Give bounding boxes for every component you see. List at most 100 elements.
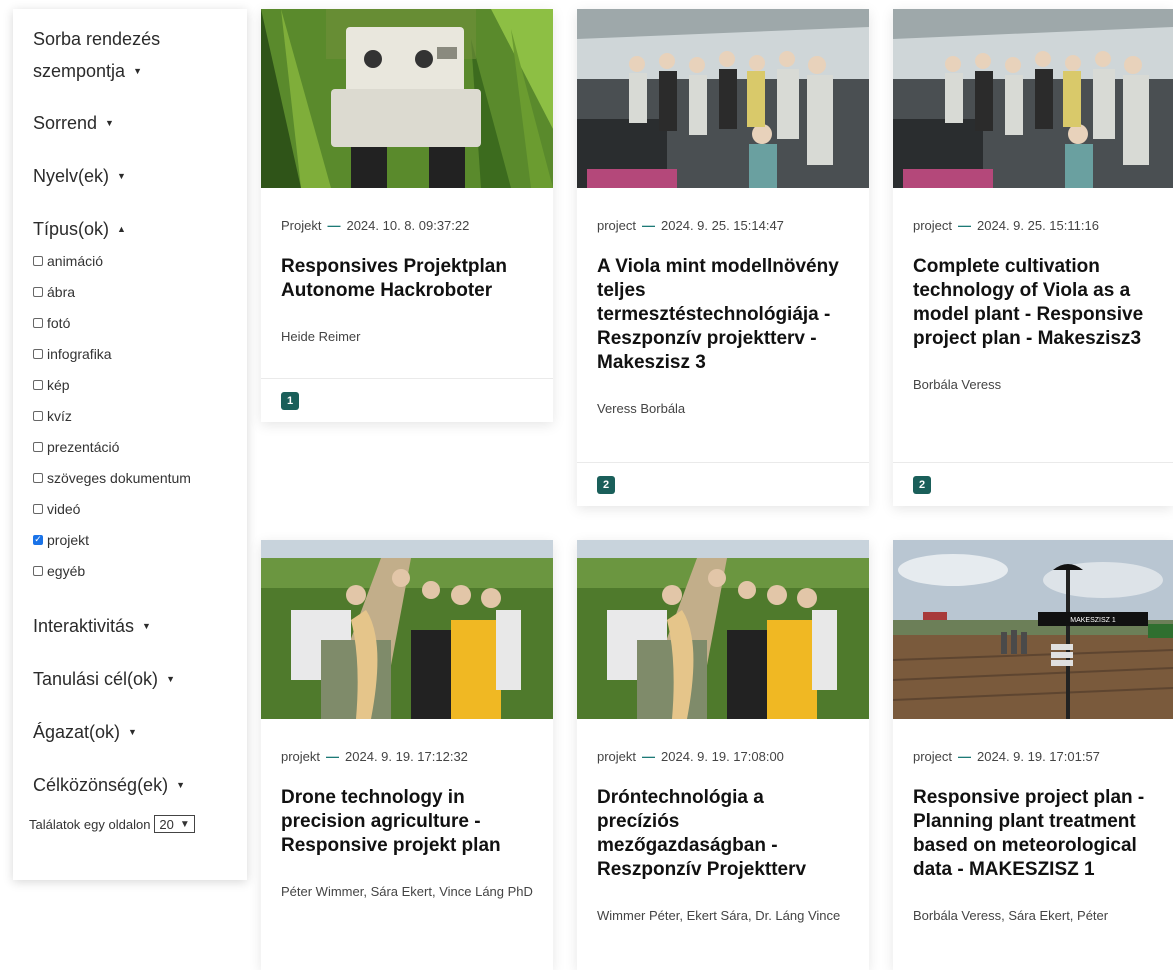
checkbox-icon[interactable]	[33, 317, 43, 328]
dash-separator: —	[642, 749, 656, 764]
card-thumbnail[interactable]: MAKESZISZ 1	[893, 540, 1173, 719]
card-title[interactable]: A Viola mint modellnövény teljes termesz…	[597, 255, 849, 375]
result-card[interactable]: project — 2024. 9. 25. 15:11:16 Complete c…	[893, 9, 1173, 506]
type-option[interactable]: ábra	[33, 276, 247, 307]
card-footer: 1	[261, 378, 553, 422]
count-badge: 2	[597, 476, 615, 494]
group-in-greenhouse-image	[577, 9, 869, 188]
card-type: Projekt	[281, 218, 322, 233]
card-author: Heide Reimer	[281, 329, 361, 344]
card-thumbnail[interactable]	[261, 9, 553, 188]
language-label: Nyelv(ek)	[33, 166, 110, 186]
checkbox-icon[interactable]	[33, 379, 43, 390]
card-author: Péter Wimmer, Sára Ekert, Vince Láng PhD	[281, 884, 533, 899]
checkbox-icon[interactable]	[33, 441, 43, 452]
card-type: projekt	[597, 749, 637, 764]
caret-down-icon: ▼	[176, 780, 185, 790]
chevron-down-icon: ▼	[179, 818, 190, 830]
type-option[interactable]: infografika	[33, 338, 247, 369]
checkbox-icon[interactable]	[33, 286, 43, 297]
card-meta: project — 2024. 9. 19. 17:01:57	[913, 749, 1153, 764]
card-meta: projekt — 2024. 9. 19. 17:12:32	[281, 749, 533, 764]
card-type: projekt	[281, 749, 321, 764]
type-option[interactable]: prezentáció	[33, 431, 247, 462]
sign-text: MAKESZISZ 1	[1070, 617, 1116, 624]
checkbox-icon[interactable]	[33, 472, 43, 483]
card-meta: project — 2024. 9. 25. 15:14:47	[597, 218, 849, 233]
card-type: project	[913, 218, 953, 233]
card-author: Borbála Veress, Sára Ekert, Péter	[913, 908, 1109, 923]
type-dropdown[interactable]: Típus(ok) ▲	[33, 213, 247, 245]
checkbox-icon[interactable]	[33, 348, 43, 359]
order-dropdown[interactable]: Sorrend ▼	[33, 107, 247, 139]
per-page-value: 20	[159, 816, 174, 832]
card-footer: 2	[577, 462, 869, 506]
checkbox-checked-icon[interactable]: ✓	[33, 534, 43, 545]
card-author: Veress Borbála	[597, 401, 686, 416]
result-card[interactable]: projekt — 2024. 9. 19. 17:12:32 Drone tech…	[261, 540, 553, 970]
sector-dropdown[interactable]: Ágazat(ok) ▼	[33, 716, 247, 748]
per-page-label: Találatok egy oldalon	[29, 816, 151, 832]
caret-down-icon: ▼	[117, 171, 126, 181]
card-title[interactable]: Drone technology in precision agricultur…	[281, 786, 533, 858]
type-option-label: projekt	[47, 531, 90, 548]
per-page-select[interactable]: 20 ▼	[154, 815, 195, 833]
type-option[interactable]: fotó	[33, 307, 247, 338]
type-option-label: egyéb	[47, 562, 86, 579]
checkbox-icon[interactable]	[33, 410, 43, 421]
caret-down-icon: ▼	[166, 674, 175, 684]
card-thumbnail[interactable]	[577, 9, 869, 188]
card-title[interactable]: Responsives Projektplan Autonome Hackrob…	[281, 255, 533, 303]
result-card[interactable]: project — 2024. 9. 25. 15:14:47 A Viola mi…	[577, 9, 869, 506]
audience-dropdown[interactable]: Célközönség(ek) ▼	[33, 769, 247, 801]
type-option-label: fotó	[47, 314, 71, 331]
result-card[interactable]: MAKESZISZ 1 project — 2024. 9. 19. 17:01:5…	[893, 540, 1173, 970]
type-option[interactable]: videó	[33, 493, 247, 524]
order-label: Sorrend	[33, 113, 98, 133]
card-meta: projekt — 2024. 9. 19. 17:08:00	[597, 749, 849, 764]
students-in-field-image	[261, 540, 553, 719]
card-date: 2024. 10. 8. 09:37:22	[346, 218, 470, 233]
type-option[interactable]: kép	[33, 369, 247, 400]
type-option[interactable]: ✓ projekt	[33, 524, 247, 555]
dash-separator: —	[958, 749, 972, 764]
result-card[interactable]: projekt — 2024. 9. 19. 17:08:00 Dróntechno…	[577, 540, 869, 970]
card-author: Borbála Veress	[913, 377, 1002, 392]
card-date: 2024. 9. 19. 17:08:00	[661, 749, 784, 764]
card-title[interactable]: Responsive project plan - Planning plant…	[913, 786, 1153, 882]
card-date: 2024. 9. 19. 17:01:57	[977, 749, 1100, 764]
card-date: 2024. 9. 19. 17:12:32	[345, 749, 468, 764]
sort-by-dropdown[interactable]: Sorba rendezés szempontja ▼	[33, 23, 193, 87]
type-option[interactable]: kvíz	[33, 400, 247, 431]
card-thumbnail[interactable]	[893, 9, 1173, 188]
robot-in-cornfield-image	[261, 9, 553, 188]
card-type: project	[913, 749, 953, 764]
type-option[interactable]: animáció	[33, 245, 247, 276]
type-option[interactable]: egyéb	[33, 555, 247, 586]
checkbox-icon[interactable]	[33, 565, 43, 576]
interactivity-dropdown[interactable]: Interaktivitás ▼	[33, 610, 247, 642]
learning-goals-dropdown[interactable]: Tanulási cél(ok) ▼	[33, 663, 247, 695]
group-in-greenhouse-image	[893, 9, 1173, 188]
dash-separator: —	[642, 218, 656, 233]
card-title[interactable]: Dróntechnológia a precíziós mezőgazdaság…	[597, 786, 849, 882]
type-option-label: szöveges dokumentum	[47, 469, 191, 486]
card-thumbnail[interactable]	[577, 540, 869, 719]
card-title[interactable]: Complete cultivation technology of Viola…	[913, 255, 1153, 351]
interactivity-label: Interaktivitás	[33, 616, 135, 636]
type-option-label: infografika	[47, 345, 112, 362]
card-footer: 2	[893, 462, 1173, 506]
checkbox-icon[interactable]	[33, 255, 43, 266]
checkbox-icon[interactable]	[33, 503, 43, 514]
result-card[interactable]: Projekt — 2024. 10. 8. 09:37:22 Responsive…	[261, 9, 553, 422]
card-meta: project — 2024. 9. 25. 15:11:16	[913, 218, 1153, 233]
language-dropdown[interactable]: Nyelv(ek) ▼	[33, 160, 247, 192]
dash-separator: —	[327, 218, 341, 233]
filter-sidebar: Sorba rendezés szempontja ▼ Sorrend ▼ Nyel…	[13, 9, 247, 880]
type-option[interactable]: szöveges dokumentum	[33, 462, 247, 493]
card-thumbnail[interactable]	[261, 540, 553, 719]
card-date: 2024. 9. 25. 15:11:16	[977, 218, 1099, 233]
type-options-list: animáció ábra fotó infografika kép kvíz prezen…	[33, 245, 247, 586]
caret-down-icon: ▼	[105, 118, 114, 128]
card-type: project	[597, 218, 637, 233]
